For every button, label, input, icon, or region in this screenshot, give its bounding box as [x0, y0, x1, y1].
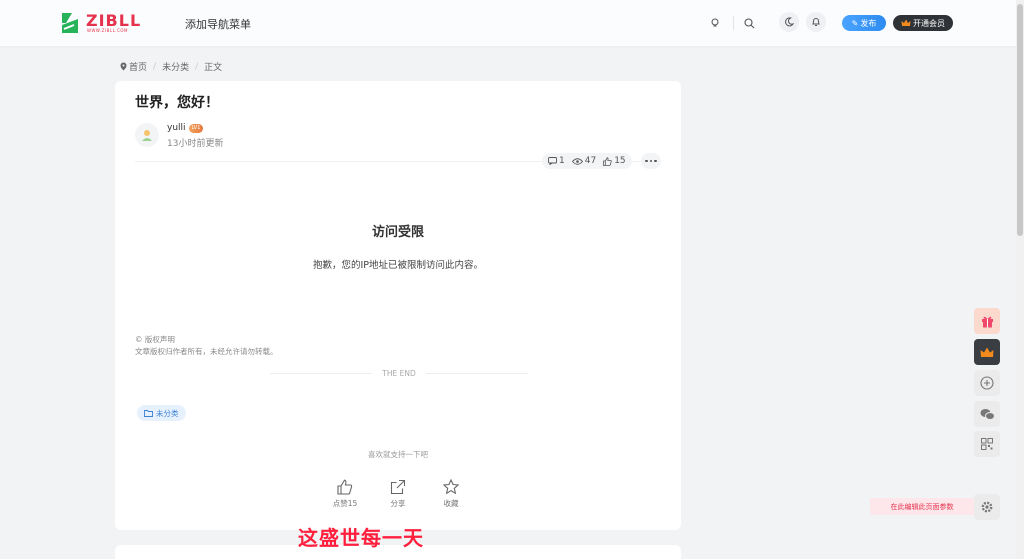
comment-count-value: 1 [559, 156, 565, 166]
more-options-button[interactable] [641, 153, 661, 169]
theme-bulb-icon[interactable] [706, 14, 724, 32]
like-action-button[interactable]: 点赞15 [325, 479, 365, 509]
copyright-title: © 版权声明 [135, 335, 175, 344]
post-title: 世界，您好！ [135, 95, 219, 111]
view-count-value: 47 [584, 156, 597, 166]
thumbs-up-icon [337, 479, 353, 495]
edit-page-hint[interactable]: 在此编辑此页面参数 [870, 498, 974, 515]
share-action-label: 分享 [390, 499, 406, 508]
comment-count[interactable]: 1 [548, 156, 565, 166]
pencil-icon: ✎ [851, 18, 859, 28]
dark-mode-icon[interactable] [779, 12, 799, 32]
breadcrumb-separator: / [195, 61, 199, 72]
avatar[interactable] [135, 123, 159, 147]
vip-label: 开通会员 [913, 18, 945, 28]
thumbs-up-icon [603, 156, 612, 166]
support-text: 喜欢就支持一下吧 [368, 450, 428, 459]
star-icon [443, 479, 459, 495]
breadcrumb-category[interactable]: 未分类 [162, 60, 189, 73]
like-action-label: 点赞15 [332, 499, 358, 508]
logo-mark-icon [62, 13, 78, 33]
author-info: yulli LV1 [167, 123, 204, 133]
notification-bell-icon[interactable] [806, 12, 826, 32]
like-count[interactable]: 15 [603, 156, 626, 166]
share-icon [390, 479, 406, 495]
search-icon[interactable] [740, 14, 758, 32]
page-scrollbar[interactable] [1016, 0, 1024, 559]
top-header: ZIBLL WWW.ZIBLL.COM 添加导航菜单 ✎ 发布 开通会员 [0, 0, 1016, 46]
publish-label: 发布 [860, 18, 877, 28]
more-dot [649, 159, 653, 163]
breadcrumb-home-label: 首页 [129, 63, 148, 73]
share-action-button[interactable]: 分享 [378, 479, 418, 509]
plus-circle-icon [980, 376, 994, 390]
post-stats: 1 47 15 [542, 153, 632, 169]
end-line-right [425, 373, 528, 374]
the-end-label: THE END [382, 369, 416, 378]
wechat-button[interactable] [974, 401, 1000, 427]
publish-button[interactable]: ✎ 发布 [842, 15, 886, 31]
qrcode-icon [981, 438, 993, 450]
breadcrumb-current: 正文 [204, 63, 223, 73]
site-logo[interactable]: ZIBLL WWW.ZIBLL.COM [60, 10, 140, 36]
author-name[interactable]: yulli [167, 123, 186, 133]
avatar-icon [142, 130, 152, 141]
nav-menu-link[interactable]: 添加导航菜单 [185, 16, 251, 32]
level-badge: LV1 [188, 123, 204, 133]
more-dot [645, 159, 648, 163]
favorite-action-label: 收藏 [443, 499, 459, 508]
access-restricted-message: 抱歉，您的IP地址已被限制访问此内容。 [312, 260, 484, 271]
scrollbar-thumb[interactable] [1017, 4, 1023, 236]
crown-icon [980, 347, 994, 357]
eye-icon [571, 157, 583, 165]
more-dot [654, 159, 657, 163]
post-card: 世界，您好！ yulli LV1 13小时前更新 1 47 15 访问受限 抱歉… [115, 81, 681, 530]
slogan-overlay: 这盛世每一天 [298, 526, 424, 550]
favorite-action-button[interactable]: 收藏 [431, 479, 471, 509]
category-tag-label: 未分类 [156, 408, 179, 418]
header-divider [733, 16, 734, 30]
vip-float-button[interactable] [974, 339, 1000, 365]
breadcrumb-separator: / [153, 61, 157, 72]
settings-button[interactable] [974, 494, 1000, 520]
crown-icon [901, 19, 911, 26]
wechat-icon [980, 408, 995, 420]
the-end-divider: THE END [270, 369, 528, 378]
like-count-value: 15 [614, 156, 626, 166]
gear-icon [981, 501, 993, 513]
copyright-text: 文章版权归作者所有，未经允许请勿转载。 [135, 347, 278, 356]
view-count: 47 [571, 156, 597, 166]
folder-icon [144, 409, 153, 417]
logo-subtext: WWW.ZIBLL.COM [87, 28, 128, 33]
vip-button[interactable]: 开通会员 [893, 15, 953, 31]
comment-icon [548, 157, 557, 165]
breadcrumb-home[interactable]: 首页 [120, 60, 147, 73]
gift-icon [981, 316, 993, 327]
breadcrumb: 首页 / 未分类 / 正文 [120, 60, 222, 73]
access-restricted-title: 访问受限 [371, 225, 424, 240]
add-button[interactable] [974, 370, 1000, 396]
qrcode-button[interactable] [974, 431, 1000, 457]
end-line-left [270, 373, 373, 374]
gift-button[interactable] [974, 308, 1000, 334]
update-time: 13小时前更新 [167, 139, 224, 149]
location-pin-icon [120, 62, 127, 71]
category-tag[interactable]: 未分类 [137, 405, 186, 421]
